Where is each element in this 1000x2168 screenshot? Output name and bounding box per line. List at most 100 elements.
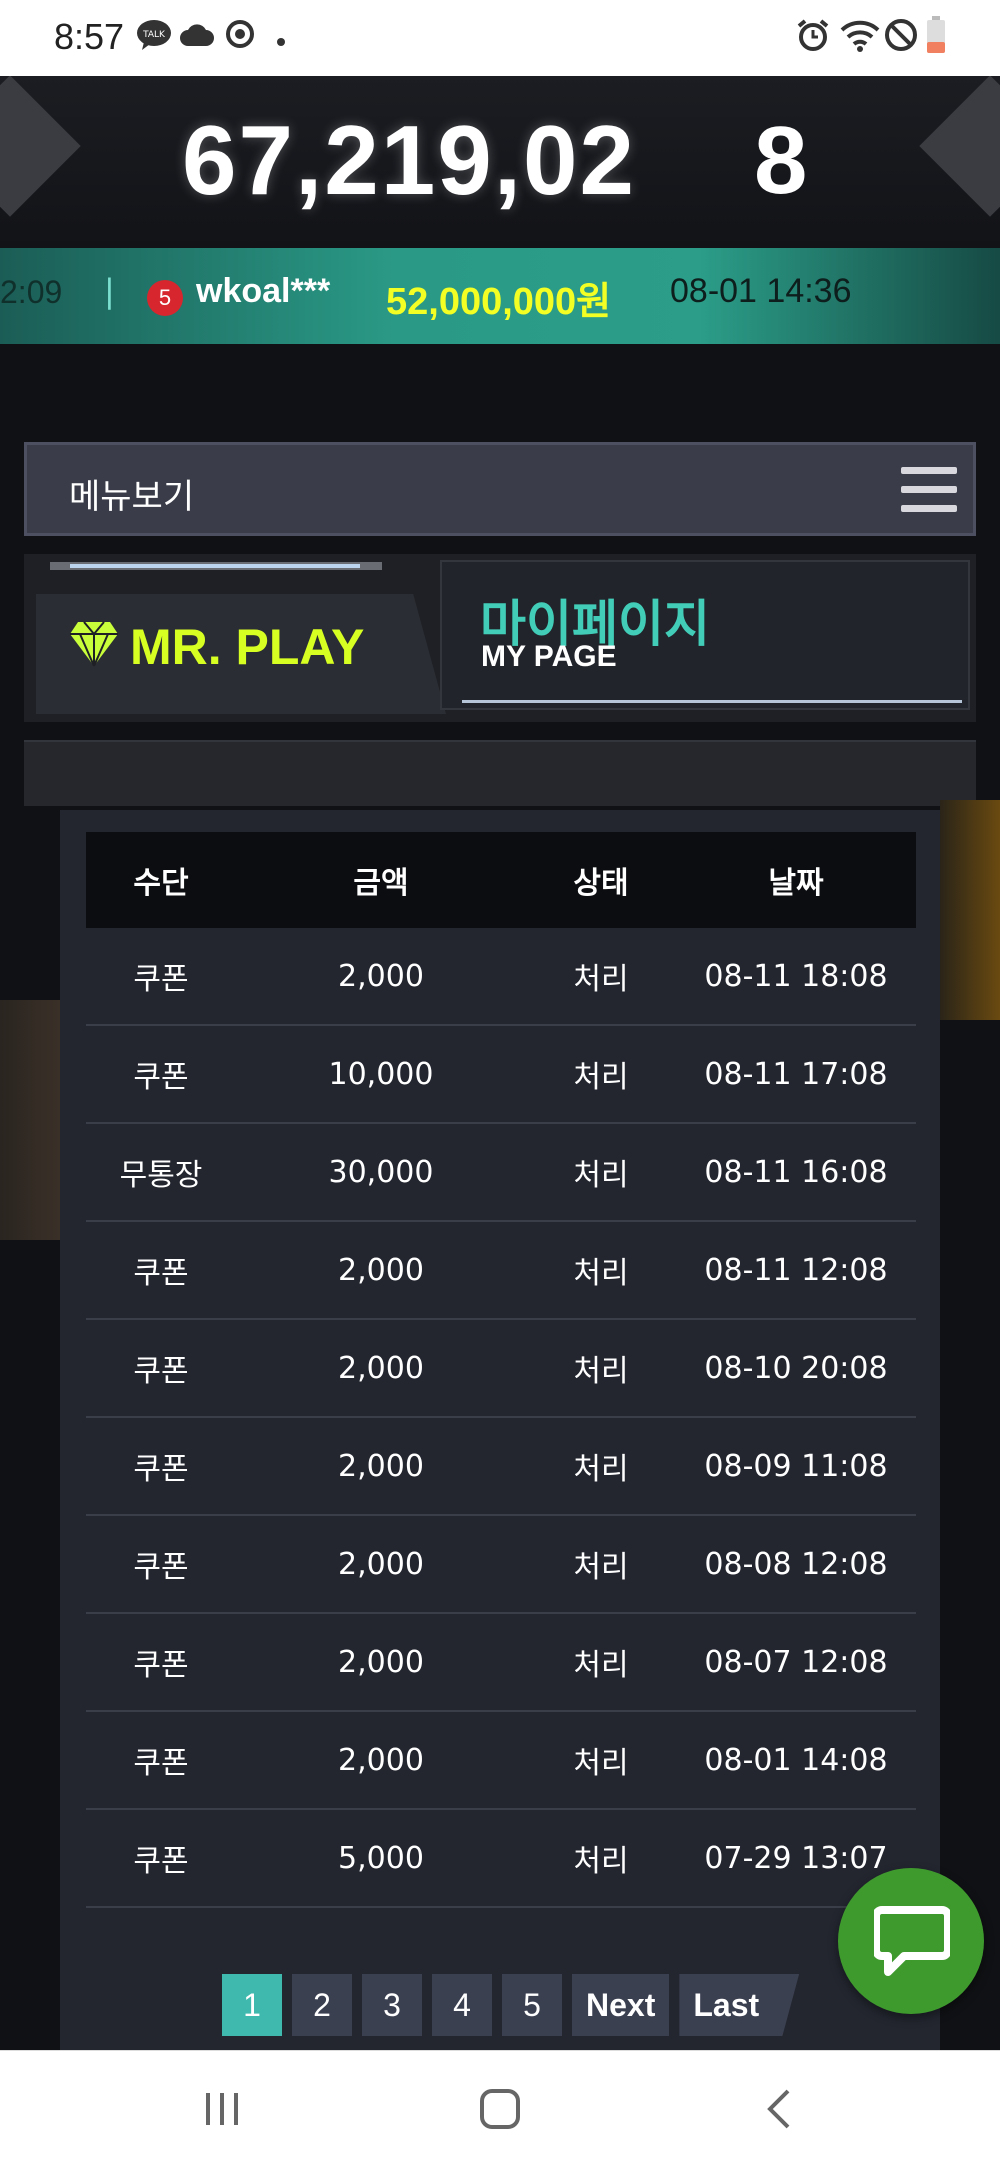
cell-method: 쿠폰: [86, 1417, 236, 1516]
svg-text:TALK: TALK: [142, 30, 166, 40]
column-header: 상태: [526, 832, 676, 928]
cell-amount: 2,000: [236, 1515, 526, 1614]
status-bar: 8:57 TALK: [0, 0, 1000, 76]
recent-apps-icon[interactable]: [202, 2089, 242, 2133]
sync-icon: [224, 18, 256, 54]
side-decoration-right: [940, 800, 1000, 1020]
cell-status: 처리: [526, 1417, 676, 1516]
cell-status: 처리: [526, 1809, 676, 1908]
page-button[interactable]: 3: [362, 1974, 422, 2036]
cell-date: 08-10 20:08: [676, 1319, 916, 1418]
page-button[interactable]: 1: [222, 1974, 282, 2036]
menu-label: 메뉴보기: [69, 477, 195, 517]
column-header: 날짜: [676, 832, 916, 928]
jackpot-rolling-digit: 8: [754, 107, 808, 214]
kakaotalk-icon: TALK: [136, 18, 172, 56]
column-header: 수단: [86, 832, 236, 928]
cell-method: 쿠폰: [86, 928, 236, 1026]
back-icon[interactable]: [764, 2087, 794, 2135]
cell-method: 쿠폰: [86, 1809, 236, 1908]
table-row: 쿠폰 2,000 처리 08-11 18:08: [86, 928, 916, 1026]
jackpot-amount: 67,219,02: [182, 105, 636, 215]
cloud-icon: [180, 22, 214, 52]
cell-status: 처리: [526, 1123, 676, 1222]
chat-bubble-icon: [872, 1906, 952, 1982]
last-page-button[interactable]: Last: [679, 1974, 800, 2036]
table-row: 쿠폰 2,000 처리 08-07 12:08: [86, 1613, 916, 1712]
cell-date: 08-11 17:08: [676, 1025, 916, 1124]
menu-toggle[interactable]: 메뉴보기: [24, 442, 976, 536]
winner-ticker: 2:09 | 5 wkoal*** 52,000,000원 08-01 14:3…: [0, 248, 1000, 344]
page-button[interactable]: 5: [502, 1974, 562, 2036]
cell-amount: 2,000: [236, 1221, 526, 1320]
cell-method: 쿠폰: [86, 1319, 236, 1418]
table-row: 쿠폰 2,000 처리 08-11 12:08: [86, 1221, 916, 1320]
table-row: 쿠폰 10,000 처리 08-11 17:08: [86, 1025, 916, 1124]
ticker-prev-time: 2:09: [0, 274, 63, 310]
cell-date: 08-08 12:08: [676, 1515, 916, 1614]
table-row: 쿠폰 2,000 처리 08-08 12:08: [86, 1515, 916, 1614]
ticker-separator: |: [104, 272, 115, 310]
cell-date: 08-01 14:08: [676, 1711, 916, 1810]
wifi-icon: [840, 18, 880, 56]
diamond-icon: [68, 620, 120, 672]
cell-date: 08-11 18:08: [676, 928, 916, 1026]
ticker-user: wkoal***: [196, 272, 331, 310]
page-subtitle: MY PAGE: [481, 640, 617, 673]
table-row: 쿠폰 2,000 처리 08-09 11:08: [86, 1417, 916, 1516]
table-row: 쿠폰 5,000 처리 07-29 13:07: [86, 1809, 916, 1908]
battery-icon: [926, 16, 946, 58]
alarm-icon: [796, 18, 830, 56]
transaction-table: 수단 금액 상태 날짜 쿠폰 2,000 처리 08-11 18:08 쿠폰 10,00…: [86, 832, 916, 1908]
cell-status: 처리: [526, 1711, 676, 1810]
sub-bar: [24, 740, 976, 806]
cell-method: 쿠폰: [86, 1711, 236, 1810]
cell-status: 처리: [526, 1221, 676, 1320]
cell-amount: 10,000: [236, 1025, 526, 1124]
logo-rail-decoration: [50, 562, 382, 570]
cell-amount: 2,000: [236, 1711, 526, 1810]
page-button[interactable]: 2: [292, 1974, 352, 2036]
cell-method: 쿠폰: [86, 1025, 236, 1124]
cell-status: 처리: [526, 1025, 676, 1124]
side-decoration-left: [0, 1000, 60, 1240]
cell-status: 처리: [526, 928, 676, 1026]
cell-date: 08-07 12:08: [676, 1613, 916, 1712]
home-icon[interactable]: [478, 2087, 522, 2135]
table-row: 무통장 30,000 처리 08-11 16:08: [86, 1123, 916, 1222]
logo-text[interactable]: MR. PLAY: [130, 618, 364, 676]
rank-badge: 5: [147, 280, 183, 316]
ticker-datetime: 08-01 14:36: [670, 272, 852, 310]
cell-method: 쿠폰: [86, 1221, 236, 1320]
pagination: 1 2 3 4 5 Next Last: [222, 1974, 800, 2036]
cell-status: 처리: [526, 1319, 676, 1418]
prev-arrow-icon[interactable]: [0, 76, 81, 217]
hamburger-icon[interactable]: [901, 467, 957, 515]
cell-date: 08-09 11:08: [676, 1417, 916, 1516]
cell-date: 08-11 12:08: [676, 1221, 916, 1320]
table-row: 쿠폰 2,000 처리 08-10 20:08: [86, 1319, 916, 1418]
table-row: 쿠폰 2,000 처리 08-01 14:08: [86, 1711, 916, 1810]
title-underline: [462, 700, 962, 703]
page-button[interactable]: 4: [432, 1974, 492, 2036]
ticker-amount: 52,000,000원: [386, 281, 612, 323]
next-arrow-icon[interactable]: [919, 76, 1000, 217]
next-page-button[interactable]: Next: [572, 1974, 670, 2036]
chat-button[interactable]: [838, 1868, 984, 2014]
cell-method: 쿠폰: [86, 1515, 236, 1614]
cell-date: 08-11 16:08: [676, 1123, 916, 1222]
jackpot-banner: 67,219,02 8: [0, 76, 1000, 248]
cell-amount: 2,000: [236, 928, 526, 1026]
cell-amount: 5,000: [236, 1809, 526, 1908]
cell-status: 처리: [526, 1515, 676, 1614]
cell-status: 처리: [526, 1613, 676, 1712]
do-not-disturb-icon: [884, 18, 918, 56]
cell-amount: 2,000: [236, 1417, 526, 1516]
table-header-row: 수단 금액 상태 날짜: [86, 832, 916, 928]
dot-icon: [276, 32, 286, 51]
system-nav-bar: [0, 2050, 1000, 2168]
cell-amount: 2,000: [236, 1319, 526, 1418]
cell-method: 쿠폰: [86, 1613, 236, 1712]
status-time: 8:57: [54, 16, 125, 57]
cell-amount: 2,000: [236, 1613, 526, 1712]
